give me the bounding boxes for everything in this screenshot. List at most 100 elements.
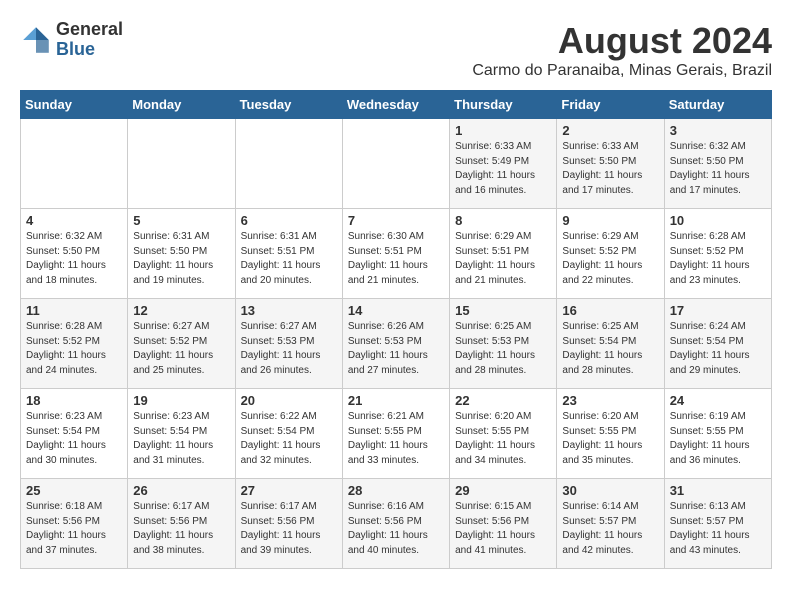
- logo: General Blue: [20, 20, 123, 60]
- logo-blue-text: Blue: [56, 40, 123, 60]
- table-row: 25 Sunrise: 6:18 AM Sunset: 5:56 PM Dayli…: [21, 479, 128, 569]
- day-number: 3: [670, 123, 766, 138]
- title-block: August 2024 Carmo do Paranaiba, Minas Ge…: [472, 20, 772, 80]
- calendar-table: Sunday Monday Tuesday Wednesday Thursday…: [20, 90, 772, 569]
- day-info: Sunrise: 6:32 AM Sunset: 5:50 PM Dayligh…: [26, 230, 122, 288]
- day-number: 17: [670, 303, 766, 318]
- table-row: 5 Sunrise: 6:31 AM Sunset: 5:50 PM Daylig…: [128, 209, 235, 299]
- col-wednesday: Wednesday: [342, 91, 449, 119]
- day-number: 5: [133, 213, 229, 228]
- day-info: Sunrise: 6:32 AM Sunset: 5:50 PM Dayligh…: [670, 140, 766, 198]
- logo-text: General Blue: [56, 20, 123, 60]
- table-row: 21Sunrise: 6:21 AM Sunset: 5:55 PM Dayli…: [342, 389, 449, 479]
- day-info: Sunrise: 6:19 AM Sunset: 5:55 PM Dayligh…: [670, 410, 766, 468]
- day-number: 4: [26, 213, 122, 228]
- day-info: Sunrise: 6:29 AM Sunset: 5:51 PM Dayligh…: [455, 230, 551, 288]
- day-info: Sunrise: 6:31 AM Sunset: 5:51 PM Dayligh…: [241, 230, 337, 288]
- day-number: 27: [241, 483, 337, 498]
- day-number: 31: [670, 483, 766, 498]
- day-number: 6: [241, 213, 337, 228]
- table-row: [21, 119, 128, 209]
- day-info: Sunrise: 6:28 AM Sunset: 5:52 PM Dayligh…: [26, 320, 122, 378]
- day-number: 14: [348, 303, 444, 318]
- table-row: 8 Sunrise: 6:29 AM Sunset: 5:51 PM Daylig…: [450, 209, 557, 299]
- day-info: Sunrise: 6:25 AM Sunset: 5:53 PM Dayligh…: [455, 320, 551, 378]
- week-row-2: 4 Sunrise: 6:32 AM Sunset: 5:50 PM Daylig…: [21, 209, 772, 299]
- col-friday: Friday: [557, 91, 664, 119]
- day-info: Sunrise: 6:20 AM Sunset: 5:55 PM Dayligh…: [455, 410, 551, 468]
- day-info: Sunrise: 6:33 AM Sunset: 5:50 PM Dayligh…: [562, 140, 658, 198]
- table-row: 14Sunrise: 6:26 AM Sunset: 5:53 PM Dayli…: [342, 299, 449, 389]
- day-info: Sunrise: 6:20 AM Sunset: 5:55 PM Dayligh…: [562, 410, 658, 468]
- table-row: 31 Sunrise: 6:13 AM Sunset: 5:57 PM Dayli…: [664, 479, 771, 569]
- day-info: Sunrise: 6:28 AM Sunset: 5:52 PM Dayligh…: [670, 230, 766, 288]
- day-number: 15: [455, 303, 551, 318]
- table-row: 17Sunrise: 6:24 AM Sunset: 5:54 PM Dayli…: [664, 299, 771, 389]
- day-number: 20: [241, 393, 337, 408]
- day-info: Sunrise: 6:15 AM Sunset: 5:56 PM Dayligh…: [455, 500, 551, 558]
- table-row: 2 Sunrise: 6:33 AM Sunset: 5:50 PM Daylig…: [557, 119, 664, 209]
- day-info: Sunrise: 6:29 AM Sunset: 5:52 PM Dayligh…: [562, 230, 658, 288]
- location: Carmo do Paranaiba, Minas Gerais, Brazil: [472, 62, 772, 80]
- day-info: Sunrise: 6:13 AM Sunset: 5:57 PM Dayligh…: [670, 500, 766, 558]
- col-thursday: Thursday: [450, 91, 557, 119]
- table-row: 16Sunrise: 6:25 AM Sunset: 5:54 PM Dayli…: [557, 299, 664, 389]
- day-number: 19: [133, 393, 229, 408]
- header-row: Sunday Monday Tuesday Wednesday Thursday…: [21, 91, 772, 119]
- table-row: [128, 119, 235, 209]
- week-row-4: 18Sunrise: 6:23 AM Sunset: 5:54 PM Dayli…: [21, 389, 772, 479]
- table-row: 20Sunrise: 6:22 AM Sunset: 5:54 PM Dayli…: [235, 389, 342, 479]
- day-info: Sunrise: 6:17 AM Sunset: 5:56 PM Dayligh…: [133, 500, 229, 558]
- table-row: 11 Sunrise: 6:28 AM Sunset: 5:52 PM Dayli…: [21, 299, 128, 389]
- day-number: 9: [562, 213, 658, 228]
- day-number: 2: [562, 123, 658, 138]
- day-info: Sunrise: 6:17 AM Sunset: 5:56 PM Dayligh…: [241, 500, 337, 558]
- day-number: 10: [670, 213, 766, 228]
- table-row: 22 Sunrise: 6:20 AM Sunset: 5:55 PM Dayli…: [450, 389, 557, 479]
- day-number: 12: [133, 303, 229, 318]
- day-info: Sunrise: 6:31 AM Sunset: 5:50 PM Dayligh…: [133, 230, 229, 288]
- week-row-5: 25 Sunrise: 6:18 AM Sunset: 5:56 PM Dayli…: [21, 479, 772, 569]
- table-row: [342, 119, 449, 209]
- table-row: 4 Sunrise: 6:32 AM Sunset: 5:50 PM Daylig…: [21, 209, 128, 299]
- table-row: 15 Sunrise: 6:25 AM Sunset: 5:53 PM Dayli…: [450, 299, 557, 389]
- day-number: 16: [562, 303, 658, 318]
- table-row: 30 Sunrise: 6:14 AM Sunset: 5:57 PM Dayli…: [557, 479, 664, 569]
- day-number: 11: [26, 303, 122, 318]
- day-number: 29: [455, 483, 551, 498]
- table-row: 24 Sunrise: 6:19 AM Sunset: 5:55 PM Dayli…: [664, 389, 771, 479]
- day-info: Sunrise: 6:14 AM Sunset: 5:57 PM Dayligh…: [562, 500, 658, 558]
- table-row: 26 Sunrise: 6:17 AM Sunset: 5:56 PM Dayli…: [128, 479, 235, 569]
- day-info: Sunrise: 6:23 AM Sunset: 5:54 PM Dayligh…: [26, 410, 122, 468]
- day-number: 26: [133, 483, 229, 498]
- day-info: Sunrise: 6:23 AM Sunset: 5:54 PM Dayligh…: [133, 410, 229, 468]
- day-number: 30: [562, 483, 658, 498]
- col-tuesday: Tuesday: [235, 91, 342, 119]
- table-row: 28Sunrise: 6:16 AM Sunset: 5:56 PM Dayli…: [342, 479, 449, 569]
- table-row: 3 Sunrise: 6:32 AM Sunset: 5:50 PM Daylig…: [664, 119, 771, 209]
- day-number: 7: [348, 213, 444, 228]
- week-row-1: 1Sunrise: 6:33 AM Sunset: 5:49 PM Daylig…: [21, 119, 772, 209]
- table-row: 10 Sunrise: 6:28 AM Sunset: 5:52 PM Dayli…: [664, 209, 771, 299]
- day-number: 24: [670, 393, 766, 408]
- table-row: 1Sunrise: 6:33 AM Sunset: 5:49 PM Daylig…: [450, 119, 557, 209]
- table-row: 7Sunrise: 6:30 AM Sunset: 5:51 PM Daylig…: [342, 209, 449, 299]
- table-row: 6 Sunrise: 6:31 AM Sunset: 5:51 PM Daylig…: [235, 209, 342, 299]
- table-row: [235, 119, 342, 209]
- logo-general: General: [56, 20, 123, 40]
- table-row: 29 Sunrise: 6:15 AM Sunset: 5:56 PM Dayli…: [450, 479, 557, 569]
- table-row: 9 Sunrise: 6:29 AM Sunset: 5:52 PM Daylig…: [557, 209, 664, 299]
- day-info: Sunrise: 6:33 AM Sunset: 5:49 PM Dayligh…: [455, 140, 551, 198]
- table-row: 27 Sunrise: 6:17 AM Sunset: 5:56 PM Dayli…: [235, 479, 342, 569]
- table-row: 19 Sunrise: 6:23 AM Sunset: 5:54 PM Dayli…: [128, 389, 235, 479]
- table-row: 13 Sunrise: 6:27 AM Sunset: 5:53 PM Dayli…: [235, 299, 342, 389]
- day-number: 25: [26, 483, 122, 498]
- day-info: Sunrise: 6:18 AM Sunset: 5:56 PM Dayligh…: [26, 500, 122, 558]
- day-number: 8: [455, 213, 551, 228]
- day-number: 22: [455, 393, 551, 408]
- col-sunday: Sunday: [21, 91, 128, 119]
- day-number: 13: [241, 303, 337, 318]
- table-row: 18Sunrise: 6:23 AM Sunset: 5:54 PM Dayli…: [21, 389, 128, 479]
- table-row: 12Sunrise: 6:27 AM Sunset: 5:52 PM Dayli…: [128, 299, 235, 389]
- day-info: Sunrise: 6:27 AM Sunset: 5:53 PM Dayligh…: [241, 320, 337, 378]
